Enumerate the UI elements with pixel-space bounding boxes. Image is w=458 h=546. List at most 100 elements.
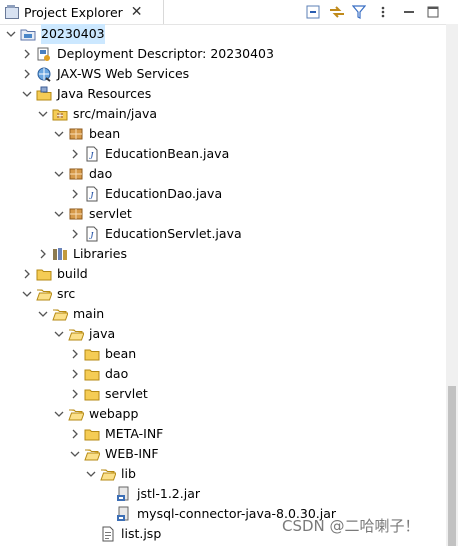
tree-item-servlet[interactable]: servlet xyxy=(68,384,148,404)
tree-item-build[interactable]: build xyxy=(20,264,88,284)
deployment-icon xyxy=(36,46,52,62)
tree-item-bean[interactable]: bean xyxy=(52,124,120,144)
tree-item-label: EducationDao.java xyxy=(105,186,223,201)
scrollbar-thumb[interactable] xyxy=(448,386,456,546)
chevron-down-icon[interactable] xyxy=(4,24,18,44)
tree-item-libraries[interactable]: Libraries xyxy=(36,244,127,264)
tree-item-educationservlet-java[interactable]: J EducationServlet.java xyxy=(68,224,242,244)
javafile-icon: J xyxy=(84,146,100,162)
chevron-right-icon[interactable] xyxy=(20,44,34,64)
tree-item-label: dao xyxy=(89,166,113,181)
tree-item-label: dao xyxy=(105,366,129,381)
tab-label: Project Explorer xyxy=(24,4,123,20)
chevron-down-icon[interactable] xyxy=(52,324,66,344)
tree-item-label: lib xyxy=(121,466,136,481)
collapse-all-icon[interactable] xyxy=(304,3,322,21)
close-icon[interactable]: ✕ xyxy=(131,4,143,20)
chevron-right-icon[interactable] xyxy=(36,244,50,264)
link-with-editor-icon[interactable] xyxy=(328,3,346,21)
folder-open-icon xyxy=(52,306,69,322)
tree-item-jstl-1-2-jar[interactable]: jstl-1.2.jar xyxy=(100,484,200,504)
tree-item-label: Libraries xyxy=(73,246,127,261)
tree-item-educationdao-java[interactable]: J EducationDao.java xyxy=(68,184,222,204)
tree-item-label: 20230403 xyxy=(41,24,105,44)
tree-item-lib[interactable]: lib xyxy=(84,464,136,484)
tree-item-label: WEB-INF xyxy=(105,446,159,461)
jar-icon xyxy=(116,506,132,522)
chevron-down-icon[interactable] xyxy=(52,204,66,224)
folder-icon xyxy=(36,266,52,282)
chevron-right-icon[interactable] xyxy=(20,64,34,84)
folder-icon xyxy=(84,346,100,362)
javafile-icon: J xyxy=(84,226,100,242)
watermark: CSDN @二哈喇子！ xyxy=(282,517,420,535)
chevron-right-icon[interactable] xyxy=(68,224,82,244)
tree-item-20230403[interactable]: 20230403 xyxy=(4,24,105,44)
tree-item-label: jstl-1.2.jar xyxy=(137,486,200,501)
jresources-icon xyxy=(36,86,52,102)
chevron-right-icon[interactable] xyxy=(68,184,82,204)
tree-item-list-jsp[interactable]: list.jsp xyxy=(84,524,161,544)
tree-item-label: webapp xyxy=(89,406,139,421)
folder-icon xyxy=(84,386,100,402)
chevron-down-icon[interactable] xyxy=(52,404,66,424)
tree-item-dao[interactable]: dao xyxy=(68,364,128,384)
tree-item-label: EducationServlet.java xyxy=(105,226,242,241)
folder-icon xyxy=(84,426,100,442)
folder-open-icon xyxy=(100,466,117,482)
tree-item-educationbean-java[interactable]: J EducationBean.java xyxy=(68,144,229,164)
tree-item-label: src xyxy=(57,286,76,301)
tree-item-label: Deployment Descriptor: 20230403 xyxy=(57,46,274,61)
tree-item-main[interactable]: main xyxy=(36,304,104,324)
tree-item-deployment-descriptor-20230403[interactable]: Deployment Descriptor: 20230403 xyxy=(20,44,274,64)
chevron-right-icon[interactable] xyxy=(68,384,82,404)
package-icon xyxy=(68,166,84,182)
tree-item-servlet[interactable]: servlet xyxy=(52,204,132,224)
tree-item-label: Java Resources xyxy=(57,86,152,101)
chevron-right-icon[interactable] xyxy=(68,344,82,364)
chevron-down-icon[interactable] xyxy=(52,164,66,184)
package-icon xyxy=(68,206,84,222)
tree-item-src-main-java[interactable]: src/main/java xyxy=(36,104,157,124)
chevron-down-icon[interactable] xyxy=(20,284,34,304)
chevron-down-icon[interactable] xyxy=(52,124,66,144)
tree-item-dao[interactable]: dao xyxy=(52,164,112,184)
chevron-right-icon[interactable] xyxy=(68,364,82,384)
tree-item-label: build xyxy=(57,266,88,281)
tree-item-meta-inf[interactable]: META-INF xyxy=(68,424,163,444)
view-menu-icon[interactable] xyxy=(374,3,392,21)
tab-project-explorer[interactable]: Project Explorer ✕ xyxy=(0,0,164,24)
chevron-right-icon[interactable] xyxy=(20,264,34,284)
vertical-scrollbar[interactable] xyxy=(446,24,458,546)
chevron-right-icon[interactable] xyxy=(68,424,82,444)
chevron-down-icon[interactable] xyxy=(68,444,82,464)
minimize-icon[interactable] xyxy=(400,3,418,21)
folder-open-icon xyxy=(68,326,85,342)
tree-item-label: list.jsp xyxy=(121,526,162,541)
filter-icon[interactable] xyxy=(350,3,368,21)
maximize-icon[interactable] xyxy=(424,3,442,21)
chevron-right-icon[interactable] xyxy=(68,144,82,164)
chevron-down-icon[interactable] xyxy=(36,304,50,324)
libraries-icon xyxy=(52,246,68,262)
tree-item-webapp[interactable]: webapp xyxy=(52,404,138,424)
tree-item-web-inf[interactable]: WEB-INF xyxy=(68,444,159,464)
chevron-down-icon[interactable] xyxy=(36,104,50,124)
tree-item-java-resources[interactable]: Java Resources xyxy=(20,84,151,104)
tree-item-label: EducationBean.java xyxy=(105,146,230,161)
tree-item-label: bean xyxy=(105,346,137,361)
tree-item-jax-ws-web-services[interactable]: JAX-WS Web Services xyxy=(20,64,189,84)
chevron-down-icon[interactable] xyxy=(84,464,98,484)
folder-open-icon xyxy=(84,446,101,462)
chevron-down-icon[interactable] xyxy=(20,84,34,104)
project-explorer-icon xyxy=(5,5,19,19)
tree-item-src[interactable]: src xyxy=(20,284,75,304)
tree-item-label: JAX-WS Web Services xyxy=(57,66,190,81)
folder-open-icon xyxy=(36,286,53,302)
tree-item-java[interactable]: java xyxy=(52,324,115,344)
tree-item-bean[interactable]: bean xyxy=(68,344,136,364)
folder-icon xyxy=(84,366,100,382)
jsp-icon xyxy=(100,526,116,542)
